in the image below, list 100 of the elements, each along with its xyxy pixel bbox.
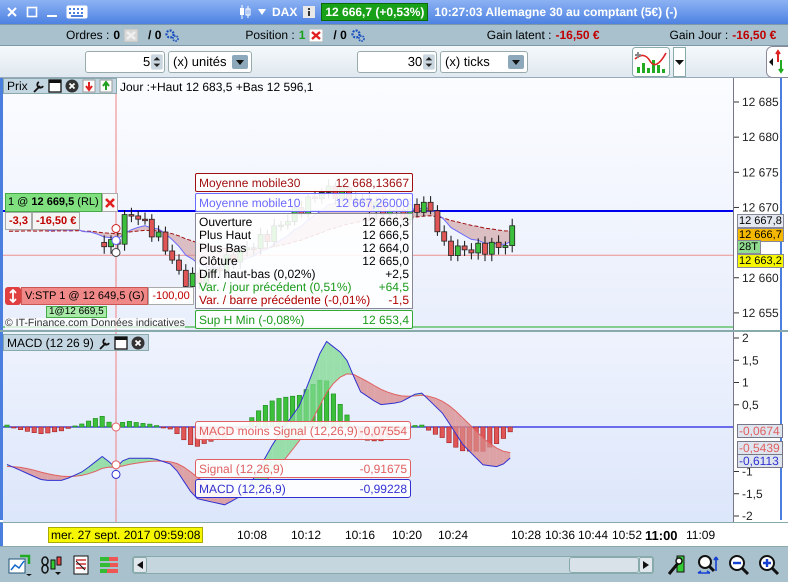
arrow-up-icon[interactable] [98, 79, 113, 93]
unit-dropdown[interactable]: (x) unités [168, 50, 252, 72]
stop-order-pnl: -100,00 [148, 287, 194, 305]
position-tag[interactable]: 1 @ 12 669,5 (RL) [5, 193, 102, 212]
histogram-bar [440, 426, 445, 438]
zoom-out-icon[interactable] [728, 554, 750, 576]
axis-label: 1,5 [742, 353, 759, 368]
histogram-bar [45, 426, 50, 434]
ohlc-row: Plus Bas 12 664,0 [199, 242, 409, 255]
cursor-marker [112, 470, 120, 479]
support-legend-item: Sup H Min (-0,08%) 12 653,4 [195, 310, 413, 329]
price-tag: 12 666,7 [737, 228, 784, 242]
chart-export-icon[interactable] [8, 554, 32, 576]
cursor-marker [112, 236, 120, 245]
price-tag: 12 663,2 [737, 254, 784, 268]
histogram-bar [106, 422, 112, 428]
position-ticks: -3,3 [5, 212, 32, 230]
stop-order-tag[interactable]: V:STP 1 @ 12 649,5 (G) [21, 287, 148, 305]
amount-value: -16,50 € [732, 28, 776, 42]
wrench-icon[interactable] [96, 336, 111, 350]
axis-label: 12 660 [742, 270, 779, 285]
time-label: 11:09 [686, 528, 716, 542]
axis-label: 12 655 [742, 306, 779, 320]
cursor-marker [112, 248, 120, 257]
legend-item: MACD moins Signal (12,26,9)-0,07554 [195, 421, 411, 440]
ohlc-row: Var. / barre précédente (-0,01%) -1,5 [199, 294, 409, 307]
list-document-icon[interactable] [72, 554, 90, 576]
count-value: 0 [113, 28, 120, 42]
axis-label: 12 680 [742, 130, 779, 144]
quantity-input[interactable]: 5 [86, 54, 152, 69]
time-label: 10:20 [392, 528, 422, 542]
legend-item: Moyenne mobile30 12 668,13667 [195, 173, 413, 192]
window-icon[interactable] [48, 79, 62, 93]
histogram-bar [32, 426, 37, 433]
unit-dropdown[interactable]: (x) ticks [440, 50, 528, 72]
info-icon[interactable] [303, 6, 316, 18]
candlestick-icon[interactable] [238, 4, 252, 20]
histogram-bar [38, 426, 44, 434]
axis-label: 0,5 [742, 398, 759, 412]
histogram-bar [508, 426, 513, 432]
panel-title: MACD (12 26 9) [7, 336, 94, 350]
axis-label: 12 685 [742, 95, 779, 109]
day-range-text: Jour :+Haut 12 683,5 +Bas 12 596,1 [120, 80, 314, 94]
account-label: Position : [245, 28, 295, 42]
axis-label: 1 [742, 376, 749, 390]
arrow-down-icon[interactable] [82, 79, 96, 93]
close-icon[interactable] [64, 79, 79, 93]
horizontal-scrollbar[interactable] [132, 556, 654, 574]
distance-input[interactable]: 30 [358, 54, 424, 69]
account-label: Gain latent : [486, 28, 552, 42]
order-tag[interactable]: 1@12 669,5 [46, 306, 107, 318]
axis-label: -2 [742, 509, 753, 522]
window-icon[interactable] [114, 336, 128, 350]
spinner-icon[interactable] [423, 52, 435, 70]
close-position-button[interactable] [102, 193, 118, 212]
quantity-spinner[interactable]: 5 [85, 50, 165, 72]
side-panel-tab-icon[interactable] [766, 46, 788, 78]
gear-icon[interactable] [350, 28, 365, 42]
axis-label: 2 [742, 332, 749, 345]
histogram-bar [168, 426, 173, 430]
caret-icon[interactable] [673, 46, 686, 76]
time-label: 10:08 [237, 528, 268, 542]
keyboard-icon[interactable] [66, 5, 88, 19]
chain-candle-icon[interactable] [40, 554, 64, 576]
histogram-bar [100, 416, 105, 428]
scroll-left-button[interactable] [133, 556, 147, 572]
cursor-marker [112, 460, 120, 470]
cursor-marker [112, 224, 120, 234]
wrench-icon[interactable] [30, 79, 45, 93]
axis-label: -1,5 [742, 486, 763, 501]
time-label: 10:16 [345, 528, 376, 542]
scroll-right-button[interactable] [639, 556, 653, 572]
zoom-in-icon[interactable] [758, 554, 780, 576]
indicator-chart-icon[interactable] [632, 46, 670, 76]
ohlc-row: Plus Haut 12 666,5 [199, 229, 409, 242]
distance-spinner[interactable]: 30 [357, 50, 437, 72]
histogram-bar [140, 423, 146, 428]
histogram-bar [66, 426, 71, 429]
histogram-bar [412, 425, 418, 428]
scroll-thumb[interactable] [569, 556, 639, 572]
histogram-bar [147, 424, 152, 428]
ohlc-row: Diff. haut-bas (0,02%) +2,5 [199, 268, 409, 281]
position-pnl: -16,50 € [32, 212, 80, 230]
amount-value: -16,50 € [555, 28, 600, 42]
close-icon[interactable] [130, 336, 145, 350]
histogram-bar [4, 424, 10, 428]
legend-item: Moyenne mobile10 12 667,26000 [195, 193, 413, 212]
axis-label: 12 675 [742, 165, 779, 180]
spinner-icon[interactable] [151, 52, 163, 70]
value-tag: -0,5439 [737, 441, 783, 455]
account-label: Ordres : [66, 28, 110, 42]
count-value: 1 [298, 28, 306, 42]
maximize-icon[interactable] [26, 6, 38, 18]
time-label: 10:24 [438, 528, 468, 542]
price-tag: 12 667,8 [737, 214, 784, 228]
move-order-button[interactable] [5, 287, 21, 305]
histogram-bar [419, 424, 424, 428]
zoom-fit-icon[interactable] [696, 552, 720, 576]
gear-icon[interactable] [165, 28, 180, 42]
account-label: Gain Jour : [670, 28, 728, 42]
